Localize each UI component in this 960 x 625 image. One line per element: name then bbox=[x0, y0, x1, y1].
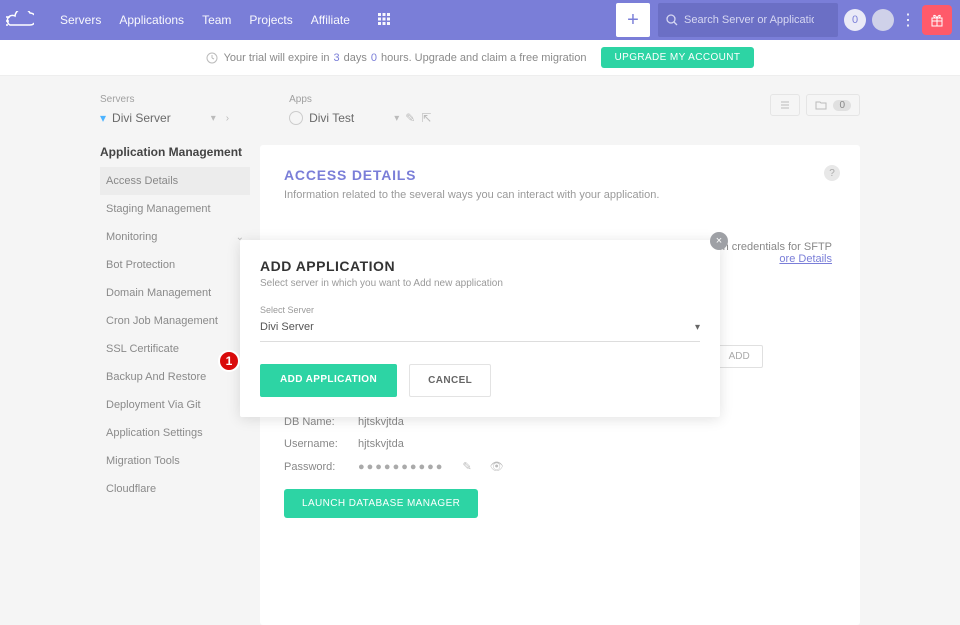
nav-right: + 0 ⋮ bbox=[616, 0, 960, 40]
server-crumb-label: Servers bbox=[100, 94, 229, 105]
dbname-row: DB Name: hjtskvjtda bbox=[284, 416, 836, 428]
sidebar-item-migration[interactable]: Migration Tools bbox=[100, 447, 250, 475]
dbuser-value: hjtskvjtda bbox=[358, 438, 404, 450]
help-icon[interactable]: ? bbox=[824, 165, 840, 181]
chevron-right-icon: › bbox=[226, 113, 229, 124]
sidebar-item-bot-protection[interactable]: Bot Protection bbox=[100, 251, 250, 279]
app-selector[interactable]: Divi Test ▾ ✎ ⇱ bbox=[289, 111, 431, 125]
add-application-button[interactable]: ADD APPLICATION bbox=[260, 364, 397, 397]
apps-grid-icon[interactable] bbox=[378, 13, 390, 27]
trial-bar: Your trial will expire in 3 days 0 hours… bbox=[0, 40, 960, 76]
sidebar-item-label: Monitoring bbox=[106, 231, 157, 243]
clock-icon bbox=[206, 52, 218, 64]
app-name: Divi Test bbox=[309, 111, 354, 125]
trial-days-num: 3 bbox=[334, 52, 340, 64]
nav-affiliate[interactable]: Affiliate bbox=[311, 13, 350, 27]
trial-hours-label: hours. Upgrade and claim a free migratio… bbox=[381, 52, 586, 64]
gift-button[interactable] bbox=[922, 5, 952, 35]
sidebar-item-access-details[interactable]: Access Details bbox=[100, 167, 250, 195]
modal-close-button[interactable]: × bbox=[710, 232, 728, 250]
add-credential-button[interactable]: ADD bbox=[716, 345, 763, 368]
project-count: 0 bbox=[833, 100, 851, 111]
sidebar-item-staging[interactable]: Staging Management bbox=[100, 195, 250, 223]
nav-team[interactable]: Team bbox=[202, 13, 231, 27]
folder-icon bbox=[815, 99, 827, 111]
sidebar: Application Management Access Details St… bbox=[100, 145, 250, 625]
launch-db-manager-button[interactable]: LAUNCH DATABASE MANAGER bbox=[284, 489, 478, 518]
list-view-button[interactable] bbox=[770, 94, 800, 116]
sidebar-item-domain[interactable]: Domain Management bbox=[100, 279, 250, 307]
breadcrumb-row: Servers ▾ Divi Server ▾ › Apps Divi Test… bbox=[0, 76, 960, 135]
brand-logo[interactable] bbox=[0, 0, 40, 40]
select-server-label: Select Server bbox=[260, 305, 700, 315]
trial-text-prefix: Your trial will expire in bbox=[224, 52, 330, 64]
step-badge-1: 1 bbox=[218, 350, 240, 372]
server-selector[interactable]: ▾ Divi Server ▾ › bbox=[100, 111, 229, 125]
cloud-icon bbox=[6, 11, 34, 29]
sidebar-item-monitoring[interactable]: Monitoring⌄ bbox=[100, 223, 250, 251]
search-input[interactable] bbox=[684, 14, 814, 26]
upgrade-button[interactable]: UPGRADE MY ACCOUNT bbox=[601, 47, 755, 68]
nav-servers[interactable]: Servers bbox=[60, 13, 101, 27]
vultr-icon: ▾ bbox=[100, 111, 106, 125]
kebab-menu-icon[interactable]: ⋮ bbox=[900, 10, 916, 30]
dbuser-row: Username: hjtskvjtda bbox=[284, 438, 836, 450]
external-link-icon[interactable]: ⇱ bbox=[421, 111, 431, 125]
app-type-icon bbox=[289, 111, 303, 125]
panel-subtitle: Information related to the several ways … bbox=[284, 189, 836, 201]
dbpass-label: Password: bbox=[284, 461, 346, 473]
server-name: Divi Server bbox=[112, 111, 171, 125]
app-crumb-label: Apps bbox=[289, 94, 431, 105]
chevron-down-icon: ▾ bbox=[211, 113, 216, 124]
server-crumb: Servers ▾ Divi Server ▾ › bbox=[100, 94, 229, 125]
nav-applications[interactable]: Applications bbox=[119, 13, 184, 27]
list-icon bbox=[779, 99, 791, 111]
selected-server-value: Divi Server bbox=[260, 321, 314, 333]
sidebar-item-cloudflare[interactable]: Cloudflare bbox=[100, 475, 250, 503]
dbpass-row: Password: ●●●●●●●●●● ✎ 👁 bbox=[284, 460, 836, 473]
more-details-link[interactable]: ore Details bbox=[779, 253, 832, 265]
trial-days-label: days bbox=[344, 52, 367, 64]
dbuser-label: Username: bbox=[284, 438, 346, 450]
modal-actions: ADD APPLICATION CANCEL bbox=[260, 364, 700, 397]
add-application-modal: × ADD APPLICATION Select server in which… bbox=[240, 240, 720, 417]
search-box[interactable] bbox=[658, 3, 838, 37]
add-button[interactable]: + bbox=[616, 3, 650, 37]
avatar[interactable] bbox=[872, 9, 894, 31]
edit-icon[interactable]: ✎ bbox=[405, 111, 415, 125]
dbname-value: hjtskvjtda bbox=[358, 416, 404, 428]
search-icon bbox=[666, 14, 678, 26]
dbname-label: DB Name: bbox=[284, 416, 346, 428]
dbpass-value: ●●●●●●●●●● bbox=[358, 461, 444, 473]
sidebar-item-cron[interactable]: Cron Job Management bbox=[100, 307, 250, 335]
nav-projects[interactable]: Projects bbox=[249, 13, 292, 27]
sidebar-item-app-settings[interactable]: Application Settings bbox=[100, 419, 250, 447]
trial-hours-num: 0 bbox=[371, 52, 377, 64]
cancel-button[interactable]: CANCEL bbox=[409, 364, 491, 397]
chevron-down-icon: ▾ bbox=[695, 322, 700, 333]
nav-links: Servers Applications Team Projects Affil… bbox=[60, 13, 390, 27]
top-nav: Servers Applications Team Projects Affil… bbox=[0, 0, 960, 40]
app-crumb: Apps Divi Test ▾ ✎ ⇱ bbox=[289, 94, 431, 125]
view-toggle: 0 bbox=[770, 94, 860, 116]
panel-title: ACCESS DETAILS bbox=[284, 167, 836, 183]
sidebar-item-git[interactable]: Deployment Via Git bbox=[100, 391, 250, 419]
modal-subtitle: Select server in which you want to Add n… bbox=[260, 278, 700, 289]
notification-count[interactable]: 0 bbox=[844, 9, 866, 31]
server-select[interactable]: Divi Server ▾ bbox=[260, 315, 700, 342]
edit-icon[interactable]: ✎ bbox=[462, 460, 471, 473]
eye-icon[interactable]: 👁 bbox=[490, 460, 504, 473]
gift-icon bbox=[930, 13, 944, 27]
sidebar-heading: Application Management bbox=[100, 145, 250, 159]
chevron-down-icon: ▾ bbox=[394, 113, 399, 124]
project-filter[interactable]: 0 bbox=[806, 94, 860, 116]
modal-title: ADD APPLICATION bbox=[260, 258, 700, 274]
